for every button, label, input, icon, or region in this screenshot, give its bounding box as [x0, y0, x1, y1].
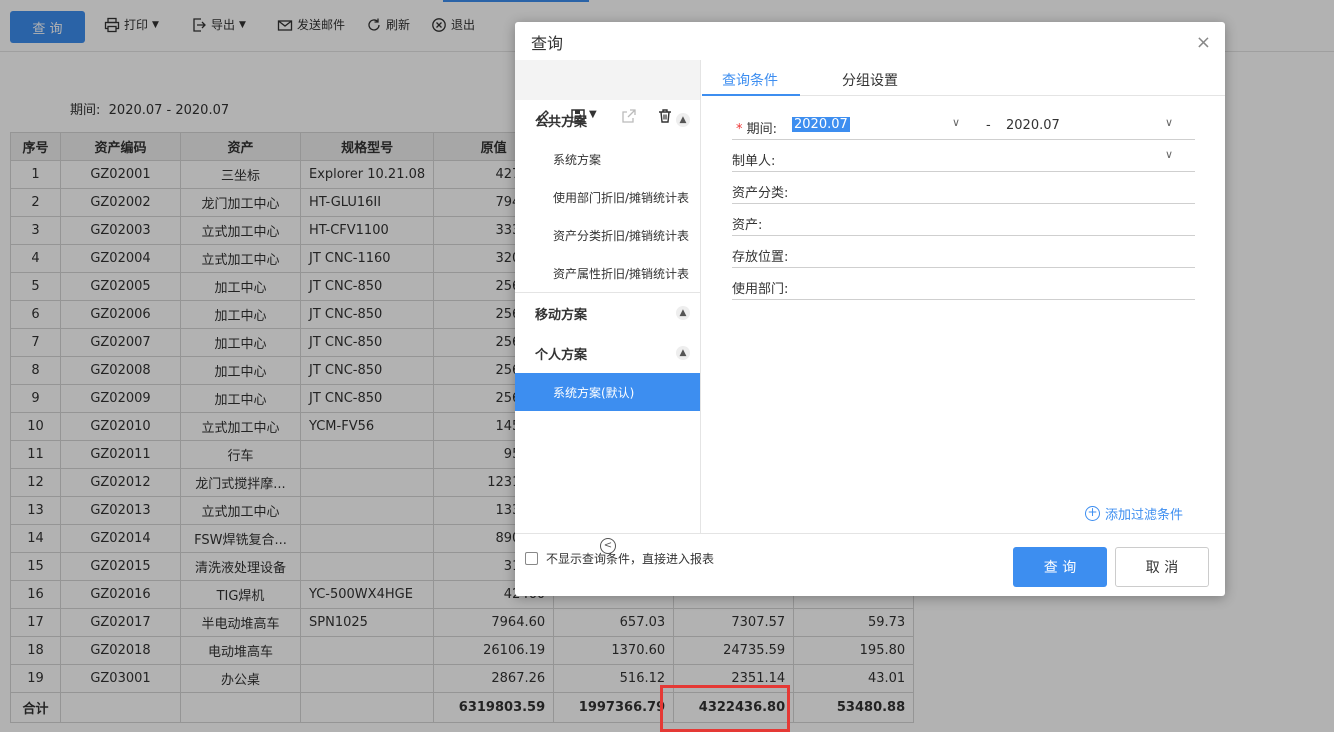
skip-conditions-checkbox[interactable]: 不显示查询条件，直接进入报表	[525, 550, 714, 567]
dialog-query-button[interactable]: 查 询	[1013, 547, 1107, 587]
chevron-down-icon[interactable]: ∨	[1165, 116, 1173, 129]
chevron-down-icon[interactable]: ∨	[952, 116, 960, 129]
scheme-item[interactable]: 系统方案	[515, 140, 700, 178]
department-label: 使用部门:	[732, 282, 789, 297]
close-icon[interactable]: ×	[1196, 32, 1211, 53]
period-field-label: * 期间:	[736, 122, 778, 137]
period-from-input[interactable]: 2020.07	[792, 117, 850, 132]
field-category[interactable]: 资产分类:	[732, 172, 1195, 204]
group-mobile[interactable]: 移动方案 ▲	[515, 293, 700, 333]
field-location[interactable]: 存放位置:	[732, 236, 1195, 268]
dialog-cancel-button[interactable]: 取 消	[1115, 547, 1209, 587]
maker-label: 制单人:	[732, 154, 776, 169]
tab-group-settings[interactable]: 分组设置	[842, 70, 898, 90]
period-to-input[interactable]: 2020.07	[1006, 118, 1060, 133]
plus-circle-icon: +	[1085, 506, 1100, 521]
period-separator: -	[986, 118, 991, 133]
group-mobile-label: 移动方案	[535, 307, 588, 323]
chevron-up-icon[interactable]: ▲	[676, 306, 690, 320]
group-public-label: 公共方案	[535, 114, 588, 130]
tab-query-conditions[interactable]: 查询条件	[722, 70, 778, 90]
location-label: 存放位置:	[732, 250, 789, 265]
query-dialog: 查询 × ▼ 公共方案 ▲ 系统方案 使用部门折旧/摊销统计表 资产分类折旧/摊…	[515, 22, 1225, 596]
dialog-footer: 不显示查询条件，直接进入报表 查 询 取 消	[515, 533, 1225, 596]
checkbox-box[interactable]	[525, 552, 538, 565]
group-public[interactable]: 公共方案 ▲	[515, 100, 700, 140]
field-period: * 期间: 2020.07 ∨ - 2020.07 ∨	[732, 108, 1195, 140]
add-filter-button[interactable]: + 添加过滤条件	[1085, 504, 1183, 523]
field-department[interactable]: 使用部门:	[732, 268, 1195, 300]
highlight-box	[660, 685, 790, 732]
scheme-item[interactable]: 使用部门折旧/摊销统计表	[515, 178, 700, 216]
group-personal-label: 个人方案	[535, 347, 588, 363]
dialog-title: 查询	[531, 34, 564, 53]
skip-conditions-label: 不显示查询条件，直接进入报表	[546, 552, 715, 566]
scheme-item[interactable]: 资产属性折旧/摊销统计表	[515, 254, 700, 292]
dialog-tabs: 查询条件 分组设置	[702, 60, 1225, 96]
group-personal[interactable]: 个人方案 ▲	[515, 333, 700, 373]
chevron-up-icon[interactable]: ▲	[676, 113, 690, 127]
add-filter-label: 添加过滤条件	[1105, 508, 1184, 523]
chevron-up-icon[interactable]: ▲	[676, 346, 690, 360]
scheme-item-default[interactable]: 系统方案(默认)	[515, 373, 700, 411]
scheme-toolbar: ▼	[515, 60, 700, 124]
field-asset[interactable]: 资产:	[732, 204, 1195, 236]
category-label: 资产分类:	[732, 186, 789, 201]
asset-label: 资产:	[732, 218, 763, 233]
chevron-down-icon[interactable]: ∨	[1165, 148, 1173, 161]
scheme-item[interactable]: 资产分类折旧/摊销统计表	[515, 216, 700, 254]
scheme-panel: ▼ 公共方案 ▲ 系统方案 使用部门折旧/摊销统计表 资产分类折旧/摊销统计表 …	[515, 60, 701, 554]
field-maker[interactable]: 制单人: ∨	[732, 140, 1195, 172]
tab-underline	[702, 94, 800, 96]
